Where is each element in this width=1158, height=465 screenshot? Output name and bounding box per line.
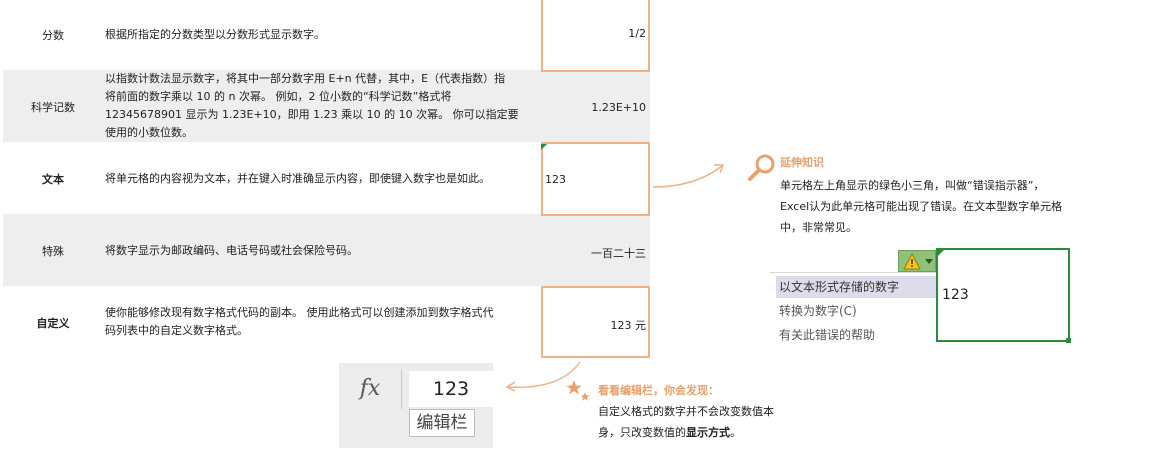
menu-item-help[interactable]: 有关此错误的帮助 bbox=[776, 326, 875, 344]
example-cell-special[interactable]: 一百二十三 bbox=[541, 214, 650, 286]
fill-handle[interactable] bbox=[1066, 338, 1071, 343]
example-value: 123 元 bbox=[610, 319, 647, 332]
note-formula-title: 看看编辑栏，你会发现： bbox=[598, 384, 719, 397]
note-line: 身，只改变数值的显示方式。 bbox=[598, 422, 858, 443]
description-line: 使你能够修改现有数字格式代码的副本。 使用此格式可以创建添加到数字格式代 bbox=[105, 306, 494, 319]
note-text-prefix: 身，只改变数值的 bbox=[598, 426, 686, 439]
example-cell-custom[interactable]: 123 元 bbox=[541, 286, 650, 358]
error-indicator-icon bbox=[541, 144, 547, 150]
error-indicator-icon bbox=[938, 250, 944, 256]
category-fraction: 分数 bbox=[42, 29, 64, 42]
note-text-suffix: 。 bbox=[730, 426, 741, 439]
description-fraction: 根据所指定的分数类型以分数形式显示数字。 bbox=[105, 28, 325, 41]
description-line: 以指数计数法显示数字，将其中一部分数字用 E+n 代替，其中，E（代表指数）指 bbox=[105, 72, 506, 85]
category-special: 特殊 bbox=[42, 245, 64, 258]
error-indicator-demo: 以文本形式存储的数字 转换为数字(C) 有关此错误的帮助 123 bbox=[770, 248, 1071, 348]
magnifier-icon bbox=[748, 154, 775, 181]
example-cell-scientific[interactable]: 1.23E+10 bbox=[541, 70, 650, 142]
row-fraction: 分数 根据所指定的分数类型以分数形式显示数字。 bbox=[3, 0, 541, 70]
category-text: 文本 bbox=[42, 173, 64, 186]
description-line: 使用的小数位数。 bbox=[105, 126, 193, 139]
category-scientific: 科学记数 bbox=[31, 101, 75, 114]
error-smart-tag-button[interactable] bbox=[898, 250, 936, 272]
example-value: 一百二十三 bbox=[591, 247, 646, 260]
category-custom: 自定义 bbox=[36, 317, 70, 330]
divider bbox=[401, 369, 402, 409]
note-line: 中，非常常见。 bbox=[780, 221, 857, 234]
note-line: 自定义格式的数字并不会改变数值本 bbox=[598, 405, 774, 418]
error-cell[interactable]: 123 bbox=[936, 248, 1071, 343]
note-formula-body: 自定义格式的数字并不会改变数值本 身，只改变数值的显示方式。 bbox=[598, 401, 858, 443]
description-custom: 使你能够修改现有数字格式代码的副本。 使用此格式可以创建添加到数字格式代 码列表… bbox=[105, 304, 541, 340]
error-cell-value: 123 bbox=[942, 287, 969, 303]
menu-item-convert-to-number[interactable]: 转换为数字(C) bbox=[776, 302, 857, 320]
row-text: 文本 将单元格的内容视为文本，并在键入时准确显示内容，即使键入数字也是如此。 bbox=[3, 142, 541, 214]
chevron-down-icon bbox=[925, 259, 933, 264]
formula-bar: fx 123 编辑栏 bbox=[339, 363, 493, 448]
note-line: Excel认为此单元格可能出现了错误。在文本型数字单元格 bbox=[780, 200, 1063, 213]
note-text-emphasis: 显示方式 bbox=[686, 426, 730, 439]
formula-bar-caption: 编辑栏 bbox=[409, 409, 475, 437]
error-menu-header: 以文本形式存储的数字 bbox=[776, 276, 936, 298]
divider bbox=[770, 272, 936, 273]
error-menu: 以文本形式存储的数字 转换为数字(C) 有关此错误的帮助 bbox=[776, 276, 936, 348]
example-cell-fraction[interactable]: 1/2 bbox=[541, 0, 650, 70]
warning-icon bbox=[903, 253, 921, 270]
description-special: 将数字显示为邮政编码、电话号码或社会保险号码。 bbox=[105, 244, 358, 257]
description-line: 12345678901 显示为 1.23E+10，即用 1.23 乘以 10 的… bbox=[105, 108, 519, 121]
example-cell-text[interactable]: 123 bbox=[541, 142, 650, 214]
note-line: 单元格左上角显示的绿色小三角，叫做“错误指示器”， bbox=[780, 179, 1045, 192]
description-text: 将单元格的内容视为文本，并在键入时准确显示内容，即使键入数字也是如此。 bbox=[105, 172, 490, 185]
arrow-to-note-icon bbox=[652, 164, 725, 188]
example-value: 1.23E+10 bbox=[591, 101, 646, 114]
note-extend-title: 延伸知识 bbox=[780, 156, 824, 169]
example-value: 1/2 bbox=[628, 27, 646, 40]
stars-icon bbox=[566, 380, 590, 401]
description-scientific: 以指数计数法显示数字，将其中一部分数字用 E+n 代替，其中，E（代表指数）指 … bbox=[105, 70, 541, 142]
description-line: 码列表中的自定义数字格式。 bbox=[105, 324, 248, 337]
row-scientific: 科学记数 以指数计数法显示数字，将其中一部分数字用 E+n 代替，其中，E（代表… bbox=[3, 70, 541, 142]
fx-icon[interactable]: fx bbox=[347, 373, 393, 405]
row-custom: 自定义 使你能够修改现有数字格式代码的副本。 使用此格式可以创建添加到数字格式代… bbox=[3, 286, 541, 358]
note-extend-body: 单元格左上角显示的绿色小三角，叫做“错误指示器”， Excel认为此单元格可能出… bbox=[780, 175, 1110, 238]
example-value: 123 bbox=[545, 173, 566, 186]
row-special: 特殊 将数字显示为邮政编码、电话号码或社会保险号码。 bbox=[3, 214, 541, 286]
description-line: 将前面的数字乘以 10 的 n 次幂。 例如，2 位小数的“科学记数”格式将 bbox=[105, 90, 452, 103]
formula-input[interactable]: 123 bbox=[409, 371, 493, 407]
